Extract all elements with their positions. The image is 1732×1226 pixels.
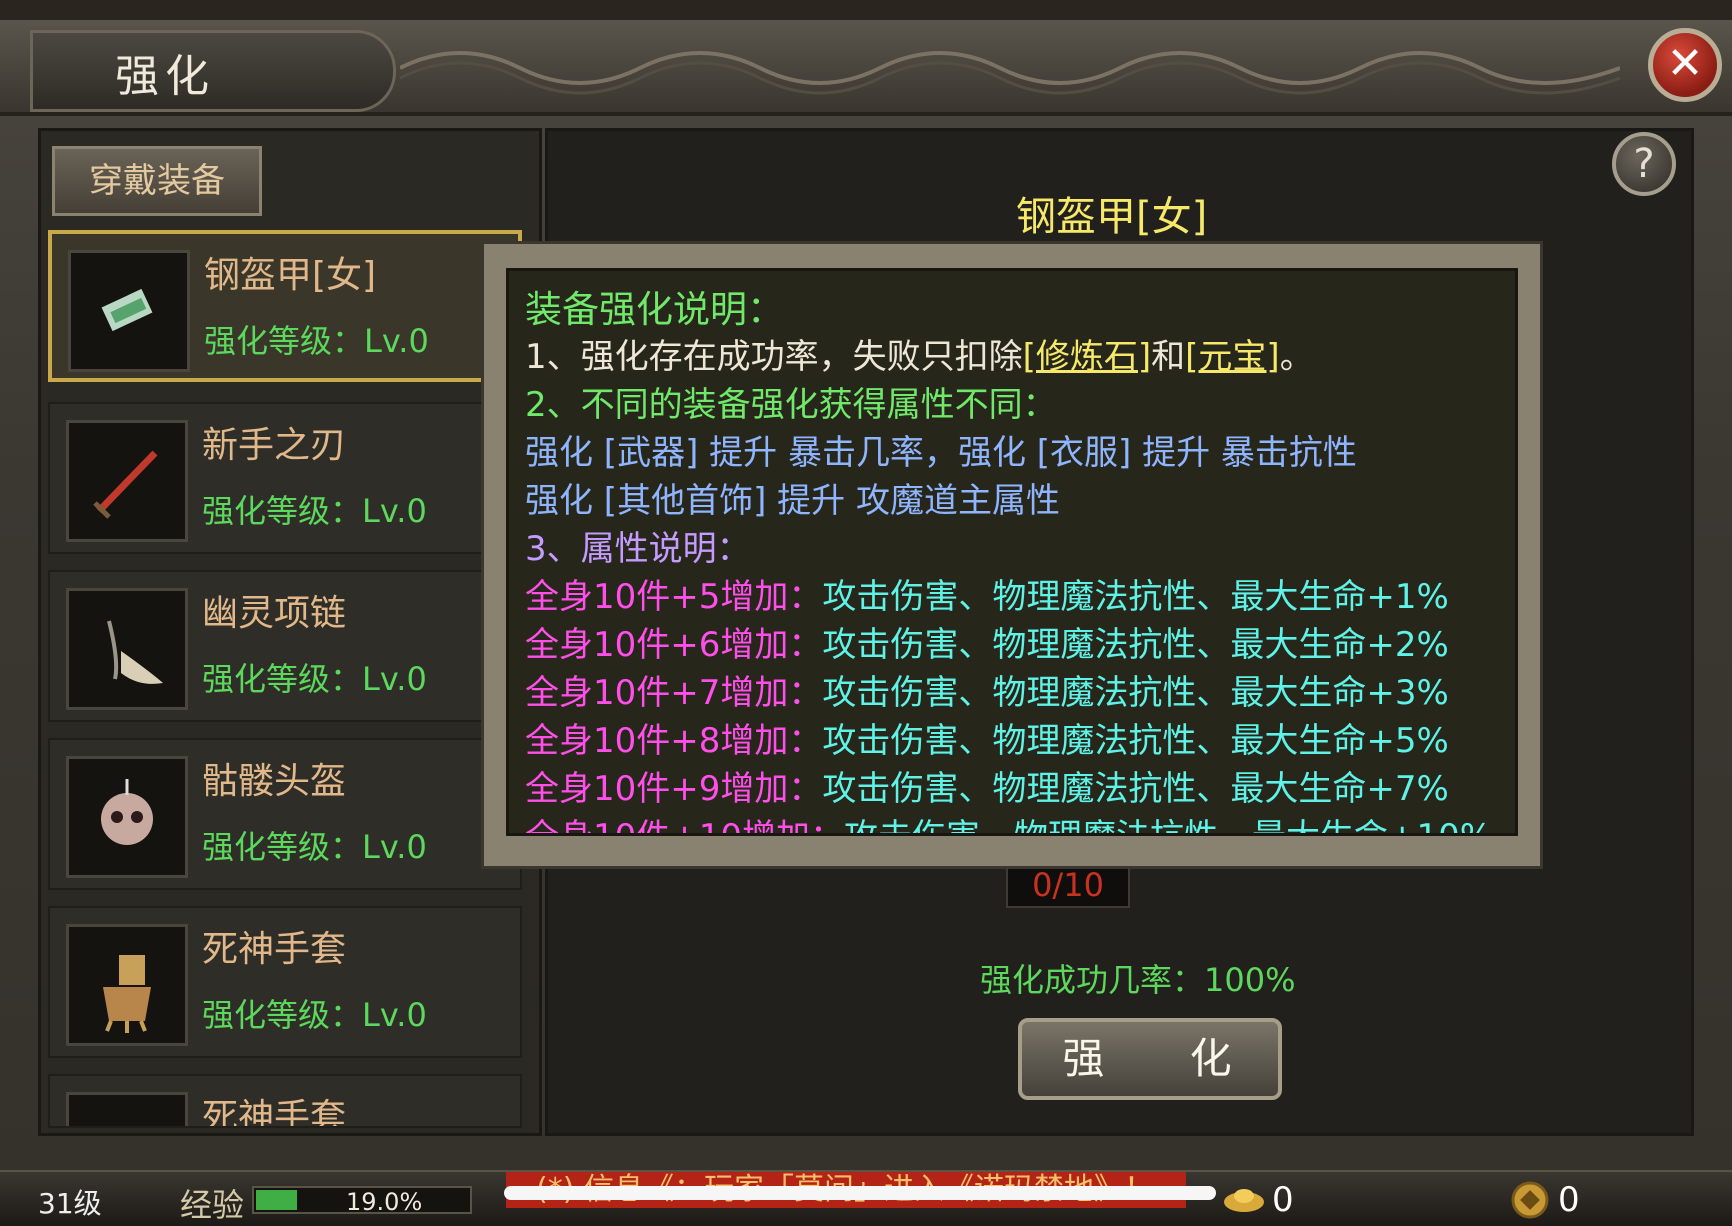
bonus-effect: 攻击伤害、物理魔法抗性、最大生命+7% [822, 769, 1449, 809]
equipment-item[interactable]: 死神手套 强化等级：Lv.0 [48, 906, 522, 1058]
line1-prefix: 1、强化存在成功率，失败只扣除 [525, 337, 1023, 377]
coin-icon [1511, 1181, 1549, 1219]
tooltip-line-3: 强化 [武器] 提升 暴击几率，强化 [衣服] 提升 暴击抗性 [525, 433, 1357, 473]
equipment-level: 强化等级：Lv.0 [202, 660, 427, 698]
equipment-name: 钢盔甲[女] [204, 255, 377, 296]
bonus-condition: 全身10件+7增加： [525, 673, 823, 713]
gauntlet-icon [66, 1092, 188, 1126]
equipment-level: 强化等级：Lv.0 [204, 322, 429, 360]
player-level: 31级 [38, 1187, 102, 1220]
line1-suffix: 。 [1279, 337, 1314, 377]
bonus-row: 全身10件+10增加：攻击伤害、物理魔法抗性、最大生命+10% [525, 809, 1492, 833]
gold-ingot-icon [1224, 1189, 1264, 1212]
material-count: 0/10 [1006, 862, 1130, 908]
bonus-effect: 攻击伤害、物理魔法抗性、最大生命+5% [822, 721, 1449, 761]
scroll-indicator[interactable] [504, 1186, 1216, 1200]
bonus-effect: 攻击伤害、物理魔法抗性、最大生命+3% [822, 673, 1449, 713]
help-button[interactable]: ? [1612, 132, 1676, 196]
equipment-level: 强化等级：Lv.0 [202, 828, 427, 866]
enhance-button[interactable]: 强 化 [1018, 1018, 1282, 1100]
bonus-row: 全身10件+5增加：攻击伤害、物理魔法抗性、最大生命+1% [525, 569, 1449, 618]
tab-worn-equipment[interactable]: 穿戴装备 [52, 146, 262, 216]
title-ornament [400, 51, 1620, 95]
equipment-name: 骷髅头盔 [202, 761, 347, 802]
equipment-name: 幽灵项链 [202, 593, 347, 634]
equipment-level: 强化等级：Lv.0 [202, 996, 427, 1034]
tooltip-line-1: 1、强化存在成功率，失败只扣除[修炼石]和[元宝]。 [525, 329, 1314, 378]
close-button[interactable]: ✕ [1648, 28, 1722, 102]
necklace-icon [66, 588, 188, 710]
tooltip-line-5: 3、属性说明： [525, 529, 751, 569]
skull-helmet-icon [66, 756, 188, 878]
bonus-effect: 攻击伤害、物理魔法抗性、最大生命+2% [822, 625, 1449, 665]
bonus-condition: 全身10件+5增加： [525, 577, 823, 617]
equipment-item[interactable]: 钢盔甲[女] 强化等级：Lv.0 [48, 230, 522, 382]
bonus-row: 全身10件+6增加：攻击伤害、物理魔法抗性、最大生命+2% [525, 617, 1449, 666]
bonus-row: 全身10件+9增加：攻击伤害、物理魔法抗性、最大生命+7% [525, 761, 1449, 810]
line1-item-stone: [修炼石] [1022, 337, 1152, 377]
selected-equipment-title: 钢盔甲[女] [1016, 194, 1208, 240]
bonus-effect: 攻击伤害、物理魔法抗性、最大生命+1% [822, 577, 1449, 617]
coin-amount: 0 [1558, 1180, 1580, 1220]
window-top-edge [0, 0, 1732, 22]
equipment-name: 死神手套 [202, 1097, 347, 1128]
bonus-row: 全身10件+8增加：攻击伤害、物理魔法抗性、最大生命+5% [525, 713, 1449, 762]
equipment-item[interactable]: 新手之刃 强化等级：Lv.0 [48, 402, 522, 554]
tooltip-heading: 装备强化说明： [525, 288, 784, 331]
equipment-item[interactable]: 幽灵项链 强化等级：Lv.0 [48, 570, 522, 722]
enhance-help-tooltip: 装备强化说明： 1、强化存在成功率，失败只扣除[修炼石]和[元宝]。 2、不同的… [484, 244, 1540, 866]
equipment-item[interactable]: 死神手套 [48, 1074, 522, 1128]
bonus-effect: 攻击伤害、物理魔法抗性、最大生命+10% [844, 817, 1492, 833]
tooltip-line-2: 2、不同的装备强化获得属性不同： [525, 385, 1057, 425]
line1-item-yuanbao: [元宝] [1185, 337, 1280, 377]
bonus-condition: 全身10件+10增加： [525, 817, 844, 833]
gauntlet-icon [66, 924, 188, 1046]
tooltip-line-4: 强化 [其他首饰] 提升 攻魔道主属性 [525, 481, 1060, 521]
equipment-name: 死神手套 [202, 929, 347, 970]
bonus-condition: 全身10件+9增加： [525, 769, 823, 809]
bonus-condition: 全身10件+8增加： [525, 721, 823, 761]
sword-icon [66, 420, 188, 542]
exp-percent: 19.0% [346, 1188, 423, 1216]
bonus-condition: 全身10件+6增加： [525, 625, 823, 665]
exp-label: 经验 [180, 1186, 245, 1224]
gold-amount: 0 [1272, 1180, 1294, 1220]
equipment-name: 新手之刃 [202, 425, 347, 466]
line1-mid: 和 [1151, 337, 1186, 377]
exp-bar-fill [256, 1190, 298, 1210]
equipment-level: 强化等级：Lv.0 [202, 492, 427, 530]
equipment-item[interactable]: 骷髅头盔 强化等级：Lv.0 [48, 738, 522, 890]
success-rate: 强化成功几率：100% [980, 961, 1296, 999]
window-title: 强化 [115, 51, 215, 102]
armor-icon [68, 250, 190, 372]
tooltip-content: 装备强化说明： 1、强化存在成功率，失败只扣除[修炼石]和[元宝]。 2、不同的… [506, 268, 1518, 836]
bonus-row: 全身10件+7增加：攻击伤害、物理魔法抗性、最大生命+3% [525, 665, 1449, 714]
